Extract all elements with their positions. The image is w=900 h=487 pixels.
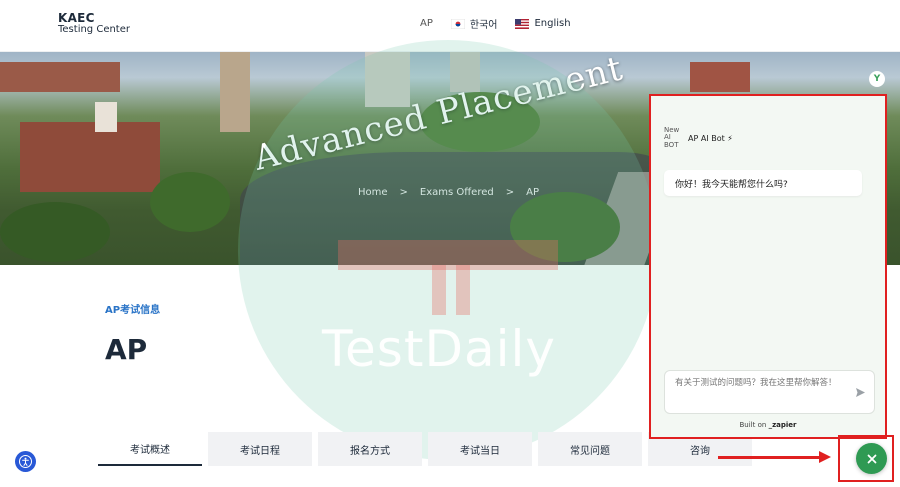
page-title: AP bbox=[105, 333, 148, 366]
nav-link-korean-label: 한국어 bbox=[469, 20, 498, 31]
korea-flag-icon bbox=[450, 18, 465, 29]
us-flag-icon bbox=[515, 18, 530, 29]
scene-brick-hall bbox=[20, 122, 160, 192]
watermark-text: TestDaily bbox=[322, 320, 556, 378]
nav-link-korean[interactable]: 한국어 bbox=[450, 16, 498, 31]
chat-input-placeholder: 有关于测试的问题吗？我在这里帮你解答！ bbox=[675, 378, 837, 388]
logo-subtitle: Testing Center bbox=[58, 23, 130, 35]
chat-close-button[interactable] bbox=[856, 443, 887, 474]
watermark-shape bbox=[338, 240, 558, 270]
chat-header: New AI BOT AP AI Bot ⚡ bbox=[664, 126, 733, 149]
chat-input[interactable]: 有关于测试的问题吗？我在这里帮你解答！ bbox=[664, 370, 875, 414]
tab-overview[interactable]: 考试概述 bbox=[98, 432, 202, 466]
scene-building bbox=[690, 62, 750, 92]
chat-panel: New AI BOT AP AI Bot ⚡ 你好！我今天能帮您什么吗? 有关于… bbox=[649, 94, 887, 439]
annotation-arrow bbox=[718, 456, 822, 459]
page-subtitle: AP考试信息 bbox=[105, 305, 161, 316]
built-on-label: Built on bbox=[739, 421, 767, 429]
scene-tree bbox=[150, 172, 230, 232]
nav-link-ap[interactable]: AP bbox=[420, 18, 433, 29]
bot-name: AP AI Bot ⚡ bbox=[688, 133, 733, 143]
nav-link-english[interactable]: English bbox=[515, 18, 571, 29]
top-nav: AP 한국어 English bbox=[420, 16, 571, 31]
logo-title: KAEC bbox=[58, 11, 95, 25]
built-on-brand[interactable]: _zapier bbox=[769, 421, 797, 429]
watermark-shape bbox=[432, 265, 446, 315]
bot-greeting-message: 你好！我今天能帮您什么吗? bbox=[664, 170, 862, 196]
built-on-footer: Built on _zapier bbox=[651, 421, 885, 429]
accessibility-button[interactable] bbox=[15, 451, 36, 472]
accessibility-icon bbox=[19, 455, 32, 468]
tab-schedule[interactable]: 考试日程 bbox=[208, 432, 312, 466]
watermark-shape bbox=[456, 265, 470, 315]
send-icon bbox=[856, 388, 865, 397]
scene-tower bbox=[220, 52, 250, 132]
annotation-arrow-head bbox=[819, 451, 831, 463]
tab-faq[interactable]: 常见问题 bbox=[538, 432, 642, 466]
scene-cupola bbox=[95, 102, 117, 132]
scene-building bbox=[0, 62, 120, 92]
chat-brand-badge: Y bbox=[869, 71, 885, 87]
bot-avatar: New AI BOT bbox=[664, 126, 680, 149]
close-icon bbox=[867, 454, 876, 463]
nav-link-english-label: English bbox=[534, 18, 571, 29]
scene-tree bbox=[0, 202, 110, 262]
send-button[interactable] bbox=[855, 385, 866, 403]
tab-test-day[interactable]: 考试当日 bbox=[428, 432, 532, 466]
site-logo[interactable]: KAEC Testing Center bbox=[58, 12, 130, 35]
tab-registration[interactable]: 报名方式 bbox=[318, 432, 422, 466]
